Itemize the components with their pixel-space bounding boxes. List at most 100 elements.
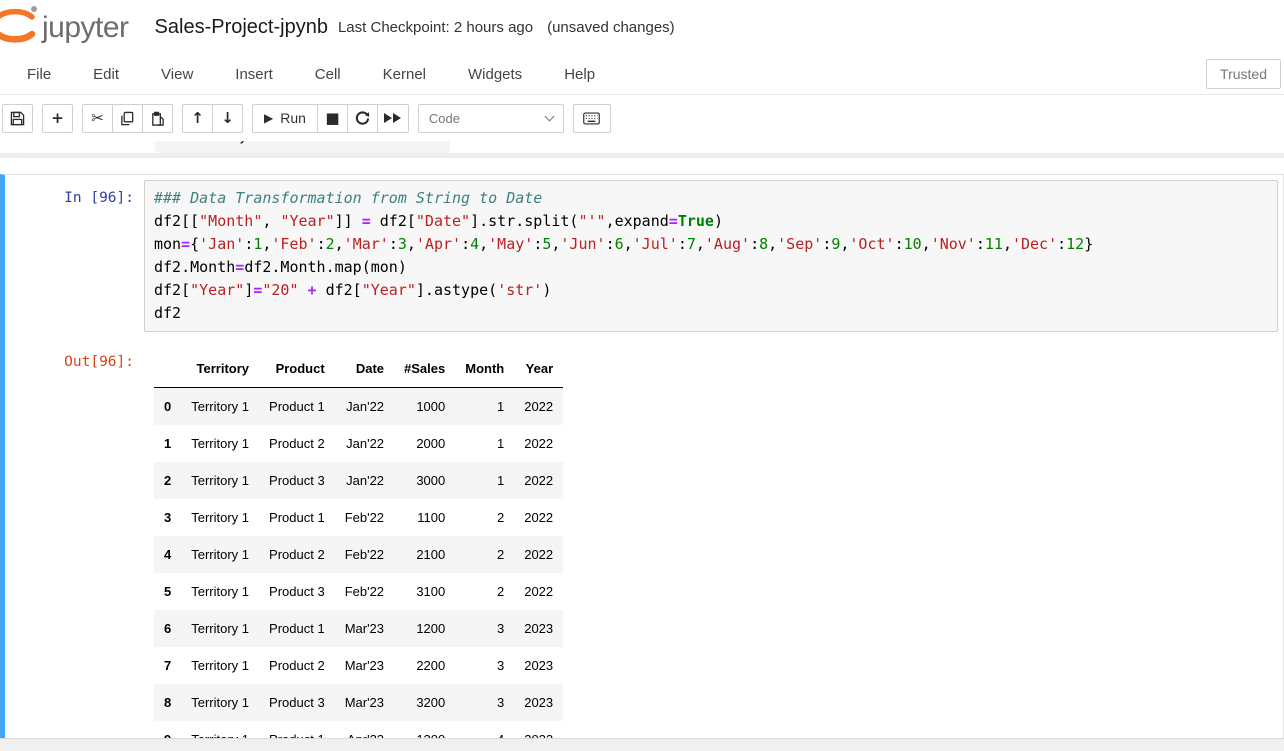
dataframe-body: 0Territory 1Product 1Jan'221000120221Ter… xyxy=(154,388,563,741)
menu-item-cell[interactable]: Cell xyxy=(294,57,362,92)
jupyter-logo[interactable]: jupyter xyxy=(0,3,129,51)
table-cell: Product 1 xyxy=(259,499,335,536)
copy-cell-button[interactable] xyxy=(112,104,143,133)
menu-item-kernel[interactable]: Kernel xyxy=(362,57,447,92)
cell-type-value: Code xyxy=(429,111,460,126)
copy-icon xyxy=(120,111,135,126)
paste-cell-button[interactable] xyxy=(142,104,173,133)
table-cell: Product 3 xyxy=(259,684,335,721)
save-button[interactable] xyxy=(2,104,33,133)
dataframe-header-row: TerritoryProductDate#SalesMonthYear xyxy=(154,350,563,388)
menu-item-help[interactable]: Help xyxy=(543,57,616,92)
table-cell: 1 xyxy=(455,425,514,462)
table-cell: Feb'22 xyxy=(335,536,394,573)
table-cell: Feb'22 xyxy=(335,573,394,610)
menu-item-widgets[interactable]: Widgets xyxy=(447,57,543,92)
code-line: df2[["Month", "Year"]] = df2["Date"].str… xyxy=(154,210,1268,233)
table-cell: 3100 xyxy=(394,573,455,610)
trusted-button[interactable]: Trusted xyxy=(1206,59,1281,89)
paste-icon xyxy=(150,111,165,126)
column-header: Product xyxy=(259,350,335,388)
checkpoint-status: Last Checkpoint: 2 hours ago xyxy=(338,19,533,36)
table-cell: Territory 1 xyxy=(181,647,259,684)
chevron-down-icon xyxy=(544,111,554,121)
column-header xyxy=(154,350,181,388)
table-cell: 2022 xyxy=(514,536,563,573)
menu-item-edit[interactable]: Edit xyxy=(72,57,140,92)
table-cell: Product 2 xyxy=(259,425,335,462)
output-content: TerritoryProductDate#SalesMonthYear 0Ter… xyxy=(144,338,1278,740)
move-cell-up-button[interactable]: ↑ xyxy=(182,104,213,133)
table-cell: 2100 xyxy=(394,536,455,573)
notebook-title[interactable]: Sales-Project-jpynb xyxy=(155,16,328,39)
row-index: 2 xyxy=(154,462,181,499)
selected-code-cell[interactable]: In [96]: ### Data Transformation from St… xyxy=(0,174,1284,740)
table-cell: 1 xyxy=(455,462,514,499)
menu-item-file[interactable]: File xyxy=(6,57,72,92)
row-index: 0 xyxy=(154,388,181,426)
column-header: Year xyxy=(514,350,563,388)
table-cell: Product 2 xyxy=(259,536,335,573)
row-index: 1 xyxy=(154,425,181,462)
cell-input-area: In [96]: ### Data Transformation from St… xyxy=(5,180,1278,332)
table-cell: Territory 1 xyxy=(181,684,259,721)
menu-item-view[interactable]: View xyxy=(140,57,214,92)
cut-cell-button[interactable]: ✂ xyxy=(82,104,113,133)
menu-item-insert[interactable]: Insert xyxy=(214,57,294,92)
interrupt-kernel-button[interactable]: ■ xyxy=(317,104,348,133)
clipped-table-row: 71Territory 4Product 3Jun'226600 xyxy=(155,141,450,153)
table-row: 4Territory 1Product 2Feb'22210022022 xyxy=(154,536,563,573)
move-cell-down-button[interactable]: ↓ xyxy=(212,104,243,133)
table-cell: 2022 xyxy=(514,462,563,499)
input-prompt: In [96]: xyxy=(5,180,144,332)
table-cell: Mar'23 xyxy=(335,684,394,721)
insert-cell-button[interactable]: + xyxy=(42,104,73,133)
table-cell: Product 3 xyxy=(259,573,335,610)
table-cell: 1 xyxy=(455,388,514,426)
table-cell: 1100 xyxy=(394,499,455,536)
row-index: 7 xyxy=(154,647,181,684)
run-button[interactable]: ▶ Run xyxy=(252,104,318,133)
table-row: 5Territory 1Product 3Feb'22310022022 xyxy=(154,573,563,610)
table-cell: 3 xyxy=(455,684,514,721)
toolbar: + ✂ ↑ ↓ xyxy=(0,95,1284,141)
table-cell: 2 xyxy=(455,536,514,573)
column-header: #Sales xyxy=(394,350,455,388)
notebook-header: jupyter Sales-Project-jpynb Last Checkpo… xyxy=(0,0,1284,141)
table-cell: Jan'22 xyxy=(335,425,394,462)
code-editor[interactable]: ### Data Transformation from String to D… xyxy=(144,180,1278,332)
table-cell: 3000 xyxy=(394,462,455,499)
table-cell: Feb'22 xyxy=(335,499,394,536)
command-palette-button[interactable] xyxy=(573,104,611,133)
column-header: Territory xyxy=(181,350,259,388)
table-cell: 2200 xyxy=(394,647,455,684)
cell-type-dropdown[interactable]: Code xyxy=(418,104,564,133)
table-cell: 2 xyxy=(455,573,514,610)
table-cell: 3 xyxy=(455,610,514,647)
restart-kernel-button[interactable] xyxy=(347,104,378,133)
table-cell: Jun'22 xyxy=(343,141,401,153)
table-cell: 1000 xyxy=(394,388,455,426)
table-cell: Jan'22 xyxy=(335,388,394,426)
code-line: ### Data Transformation from String to D… xyxy=(154,187,1268,210)
dataframe-table: TerritoryProductDate#SalesMonthYear 0Ter… xyxy=(154,350,563,740)
scissors-icon: ✂ xyxy=(91,111,104,126)
menubar: FileEditViewInsertCellKernelWidgetsHelp … xyxy=(0,54,1284,95)
table-cell: 2023 xyxy=(514,610,563,647)
table-cell: Product 2 xyxy=(259,647,335,684)
table-cell: 3200 xyxy=(394,684,455,721)
code-line: df2.Month=df2.Month.map(mon) xyxy=(154,256,1268,279)
autosave-status: (unsaved changes) xyxy=(547,19,675,36)
table-cell: Product 1 xyxy=(259,610,335,647)
table-cell: Product 3 xyxy=(259,462,335,499)
table-row: 1Territory 1Product 2Jan'22200012022 xyxy=(154,425,563,462)
restart-run-all-button[interactable] xyxy=(377,104,409,133)
table-cell: Product 3 xyxy=(267,141,343,153)
table-row: 6Territory 1Product 1Mar'23120032023 xyxy=(154,610,563,647)
table-cell: 1200 xyxy=(394,610,455,647)
table-cell: 2023 xyxy=(514,684,563,721)
table-cell: 2022 xyxy=(514,388,563,426)
table-cell: Territory 1 xyxy=(181,610,259,647)
table-cell: Territory 1 xyxy=(181,388,259,426)
table-cell: Territory 4 xyxy=(189,141,267,153)
